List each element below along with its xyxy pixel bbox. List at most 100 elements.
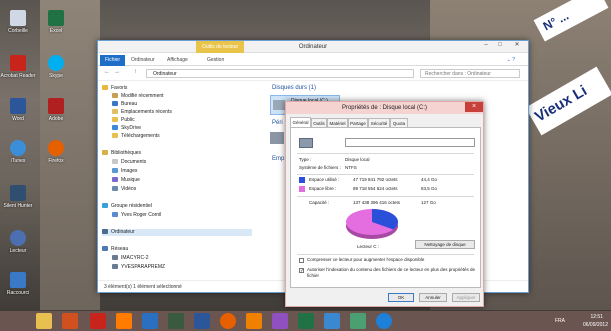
- user-icon: [112, 212, 118, 218]
- tab-general[interactable]: Général: [290, 117, 311, 127]
- free-bytes: 89 718 554 624 octets: [353, 186, 398, 191]
- photoshop-icon[interactable]: [142, 313, 158, 329]
- explorer-icon[interactable]: [36, 313, 52, 329]
- desktop-icon-adobe[interactable]: Adobe: [38, 98, 74, 122]
- ie-icon[interactable]: [376, 313, 392, 329]
- nav-documents[interactable]: Documents: [112, 159, 146, 166]
- ok-button[interactable]: OK: [388, 293, 414, 302]
- device-icon: [270, 132, 284, 144]
- images-icon: [112, 168, 118, 174]
- nav-reseau[interactable]: Réseau: [102, 246, 128, 253]
- music-icon: [112, 177, 118, 183]
- tab-ordinateur[interactable]: Ordinateur: [126, 55, 160, 66]
- desktop-icon: [112, 101, 118, 107]
- tab-materiel[interactable]: Matériel: [327, 118, 348, 127]
- nav-telechargements[interactable]: Téléchargements: [112, 133, 160, 140]
- nav-modifie[interactable]: Modifié récemment: [112, 93, 164, 100]
- clock-time[interactable]: 12:51: [590, 314, 603, 320]
- desktop-icon-recycle-bin[interactable]: Corbeille: [0, 10, 36, 34]
- desktop-icon-firefox[interactable]: Firefox: [38, 140, 74, 164]
- network-icon[interactable]: [350, 313, 366, 329]
- divider: [297, 174, 474, 175]
- search-input[interactable]: Rechercher dans : Ordinateur: [420, 69, 520, 78]
- clock-date[interactable]: 06/09/2012: [583, 322, 608, 328]
- up-arrow-icon[interactable]: ↑: [134, 69, 137, 75]
- apply-button[interactable]: Appliquer: [452, 293, 480, 302]
- back-arrow-icon[interactable]: ←: [104, 69, 110, 75]
- close-button[interactable]: ✕: [508, 41, 526, 50]
- capacity-label: Capacité :: [309, 200, 330, 205]
- firefox-icon[interactable]: [220, 313, 236, 329]
- nav-user[interactable]: Yves Roger Cornil: [112, 212, 161, 219]
- lang-indicator[interactable]: FRA: [555, 318, 565, 324]
- nav-skydrive[interactable]: SkyDrive: [112, 125, 141, 132]
- address-input[interactable]: Ordinateur: [146, 69, 414, 78]
- nav-public[interactable]: Public: [112, 117, 135, 124]
- compress-label: Compresser ce lecteur pour augmenter l'e…: [307, 257, 425, 262]
- folder-icon: [112, 117, 118, 123]
- adobe-icon: [48, 98, 64, 114]
- desktop-icon-acrobat[interactable]: Acrobat Reader: [0, 55, 36, 79]
- word-icon[interactable]: [194, 313, 210, 329]
- game-icon[interactable]: [168, 313, 184, 329]
- tab-securite[interactable]: Sécurité: [368, 118, 390, 127]
- nav-emplacements[interactable]: Emplacements récents: [112, 109, 172, 116]
- tab-fichier[interactable]: Fichier: [100, 55, 126, 66]
- forward-arrow-icon[interactable]: →: [114, 69, 120, 75]
- cancel-button[interactable]: Annuler: [419, 293, 447, 302]
- free-gb: 83,5 Go: [421, 186, 438, 191]
- desktop-icon-lecteur[interactable]: Lecteur: [0, 230, 36, 254]
- dialog-title[interactable]: Propriétés de : Disque local (C:): [286, 102, 483, 114]
- nav-net2[interactable]: YVESPARAPREMZ: [112, 264, 165, 271]
- maximize-button[interactable]: □: [494, 41, 506, 50]
- documents-icon: [112, 159, 118, 165]
- acrobat-icon: [10, 55, 26, 71]
- tab-gestion[interactable]: Gestion: [202, 55, 229, 66]
- media-icon[interactable]: [62, 313, 78, 329]
- divider: [297, 153, 474, 154]
- index-label: Autoriser l'indexation du contenu des fi…: [307, 267, 475, 278]
- vlc-icon[interactable]: [246, 313, 262, 329]
- nav-bibliotheques[interactable]: Bibliothèques: [102, 150, 141, 157]
- desktop-icon-excel[interactable]: Excel: [38, 10, 74, 34]
- drive-name-input[interactable]: [345, 138, 475, 147]
- video-icon: [112, 186, 118, 192]
- tab-quota[interactable]: Quota: [390, 118, 408, 127]
- divider: [297, 254, 474, 255]
- dialog-close-button[interactable]: ×: [465, 102, 483, 112]
- desktop-icon-silent-hunter[interactable]: Silent Hunter: [0, 185, 36, 209]
- ribbon-expand-icon[interactable]: ⌄ ?: [502, 55, 520, 66]
- disc-icon: [10, 230, 26, 246]
- tab-outils[interactable]: Outils: [311, 118, 327, 127]
- tab-affichage[interactable]: Affichage: [162, 55, 193, 66]
- places-icon: [112, 109, 118, 115]
- compress-checkbox[interactable]: [299, 258, 304, 263]
- nav-musique[interactable]: Musique: [112, 177, 140, 184]
- section-peripheriques[interactable]: Péri: [272, 120, 283, 126]
- index-checkbox[interactable]: ✓: [299, 268, 304, 274]
- game-icon: [10, 185, 26, 201]
- acrobat-icon[interactable]: [90, 313, 106, 329]
- nav-images[interactable]: Images: [112, 168, 137, 175]
- excel-icon[interactable]: [298, 313, 314, 329]
- desktop-icon-shortcut[interactable]: Raccourci: [0, 272, 36, 296]
- minimize-button[interactable]: –: [480, 41, 492, 50]
- desktop-icon-word[interactable]: Word: [0, 98, 36, 122]
- disk-cleanup-button[interactable]: Nettoyage de disque: [415, 240, 475, 249]
- taskbar: FRA 12:51 06/09/2012: [0, 311, 611, 331]
- nav-videos[interactable]: Vidéos: [112, 186, 136, 193]
- nav-groupe[interactable]: Groupe résidentiel: [102, 203, 152, 210]
- section-disques-durs[interactable]: Disques durs (1): [272, 85, 316, 91]
- nav-ordinateur[interactable]: Ordinateur: [102, 229, 252, 236]
- nav-net1[interactable]: IMACYRC-2: [112, 255, 149, 262]
- desktop-icon-skype[interactable]: Skype: [38, 55, 74, 79]
- illustrator-icon[interactable]: [116, 313, 132, 329]
- nav-favoris[interactable]: Favoris: [102, 85, 127, 92]
- explorer-titlebar[interactable]: Outils de lecteur Ordinateur – □ ✕: [98, 41, 528, 53]
- paint-icon[interactable]: [272, 313, 288, 329]
- tab-partage[interactable]: Partage: [348, 118, 368, 127]
- section-emplacements[interactable]: Emp: [272, 156, 284, 162]
- nav-bureau[interactable]: Bureau: [112, 101, 137, 108]
- mail-icon[interactable]: [324, 313, 340, 329]
- desktop-icon-itunes[interactable]: iTunes: [0, 140, 36, 164]
